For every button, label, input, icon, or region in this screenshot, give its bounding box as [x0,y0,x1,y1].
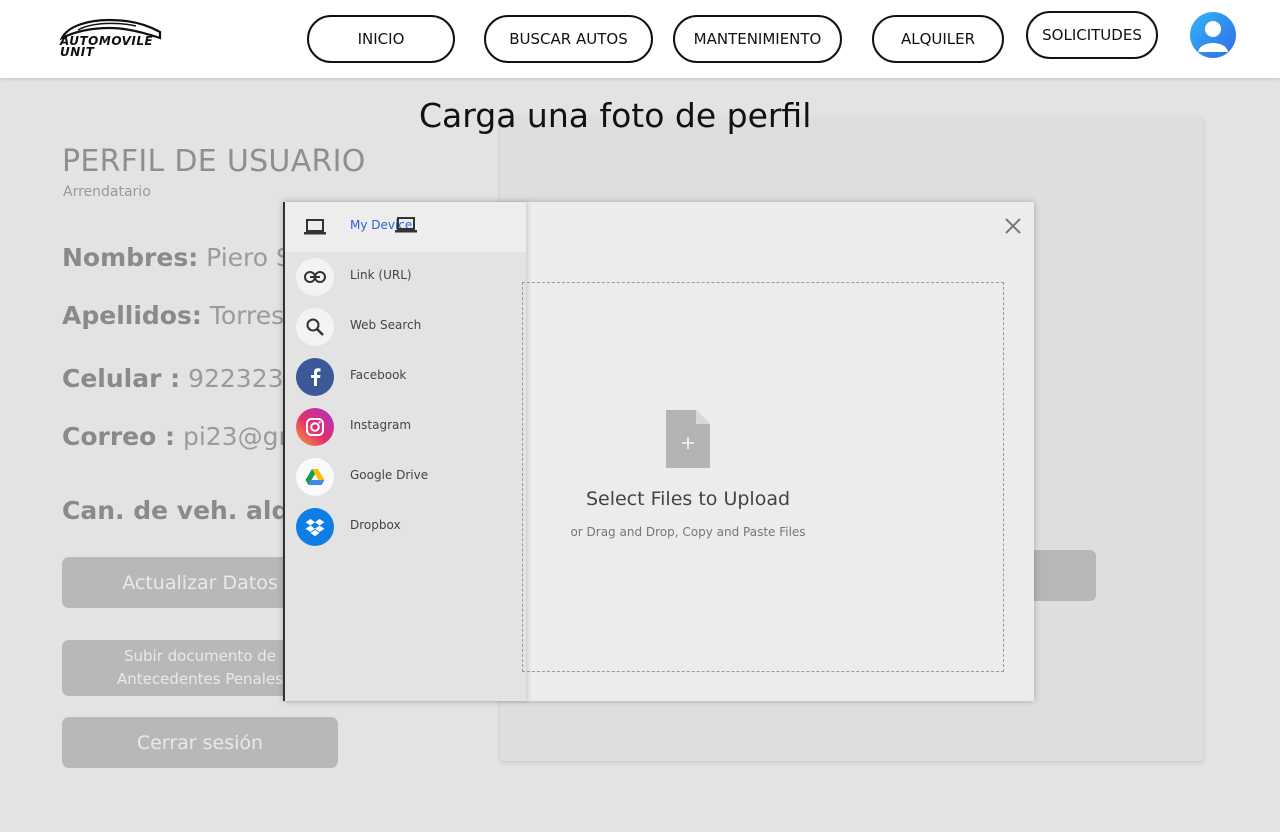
nav-mantenimiento-button[interactable]: MANTENIMIENTO [673,15,842,63]
nav-mantenimiento-label: MANTENIMIENTO [693,30,822,48]
google-drive-icon [296,458,334,496]
source-instagram[interactable]: Instagram [285,402,526,452]
logout-label: Cerrar sesión [136,731,264,754]
field-celular: Celular : 92232399 [62,364,315,393]
field-correo: Correo : pi23@gm [62,422,303,451]
nav-inicio-button[interactable]: INICIO [307,15,455,63]
field-nombres-label: Nombres: [62,243,199,272]
source-web-search-label: Web Search [350,318,422,332]
dropbox-icon [296,508,334,546]
logo-line-2: UNIT [60,45,95,59]
profile-title: PERFIL DE USUARIO [62,144,366,179]
upload-document-label: Subir documento de Antecedentes Penales [117,647,283,688]
user-avatar-button[interactable] [1190,12,1236,58]
field-correo-label: Correo : [62,422,176,451]
source-sidebar: My Device Link (URL) Web Search Facebook [285,202,526,701]
update-data-label: Actualizar Datos [122,571,278,594]
source-dropbox-label: Dropbox [350,518,401,532]
laptop-header-icon [395,216,417,238]
dropzone-subtitle: or Drag and Drop, Copy and Paste Files [570,525,806,539]
logout-button[interactable]: Cerrar sesión [62,717,338,768]
top-navigation-bar: AUTOMOVILE UNIT INICIO BUSCAR AUTOS MANT… [0,0,1280,78]
upload-dialog-title: Carga una foto de perfil [419,96,812,135]
source-facebook[interactable]: Facebook [285,352,526,402]
file-add-icon [666,410,710,472]
field-apellidos-label: Apellidos: [62,301,202,330]
logo-wordmark: AUTOMOVILE UNIT [60,35,153,59]
nav-inicio-label: INICIO [357,30,405,48]
nav-alquiler-label: ALQUILER [900,30,976,48]
laptop-icon [296,208,334,246]
source-facebook-label: Facebook [350,368,407,382]
nav-buscar-autos-label: BUSCAR AUTOS [509,30,628,48]
user-icon [1198,21,1228,52]
source-link-url[interactable]: Link (URL) [285,252,526,302]
field-celular-label: Celular : [62,364,181,393]
close-icon[interactable] [1003,216,1023,236]
file-dropzone[interactable] [522,282,1004,672]
dropzone-title: Select Files to Upload [585,488,791,510]
nav-alquiler-button[interactable]: ALQUILER [872,15,1004,63]
source-link-url-label: Link (URL) [350,268,412,282]
link-icon [296,258,334,296]
field-apellidos: Apellidos: Torres A [62,301,309,330]
field-vehiculos-label: Can. de veh. alqui [62,496,316,525]
facebook-icon [296,358,334,396]
instagram-icon [296,408,334,446]
profile-role: Arrendatario [63,184,151,200]
source-google-drive[interactable]: Google Drive [285,452,526,502]
nav-buscar-autos-button[interactable]: BUSCAR AUTOS [484,15,653,63]
source-web-search[interactable]: Web Search [285,302,526,352]
nav-solicitudes-label: SOLICITUDES [1042,26,1142,44]
nav-solicitudes-button[interactable]: SOLICITUDES [1026,11,1158,59]
field-vehiculos: Can. de veh. alqui [62,496,316,525]
source-dropbox[interactable]: Dropbox [285,502,526,552]
search-icon [296,308,334,346]
field-nombres: Nombres: Piero Sa [62,243,307,272]
source-google-drive-label: Google Drive [350,468,429,482]
automovile-unit-logo[interactable]: AUTOMOVILE UNIT [58,16,164,64]
source-instagram-label: Instagram [350,418,412,432]
